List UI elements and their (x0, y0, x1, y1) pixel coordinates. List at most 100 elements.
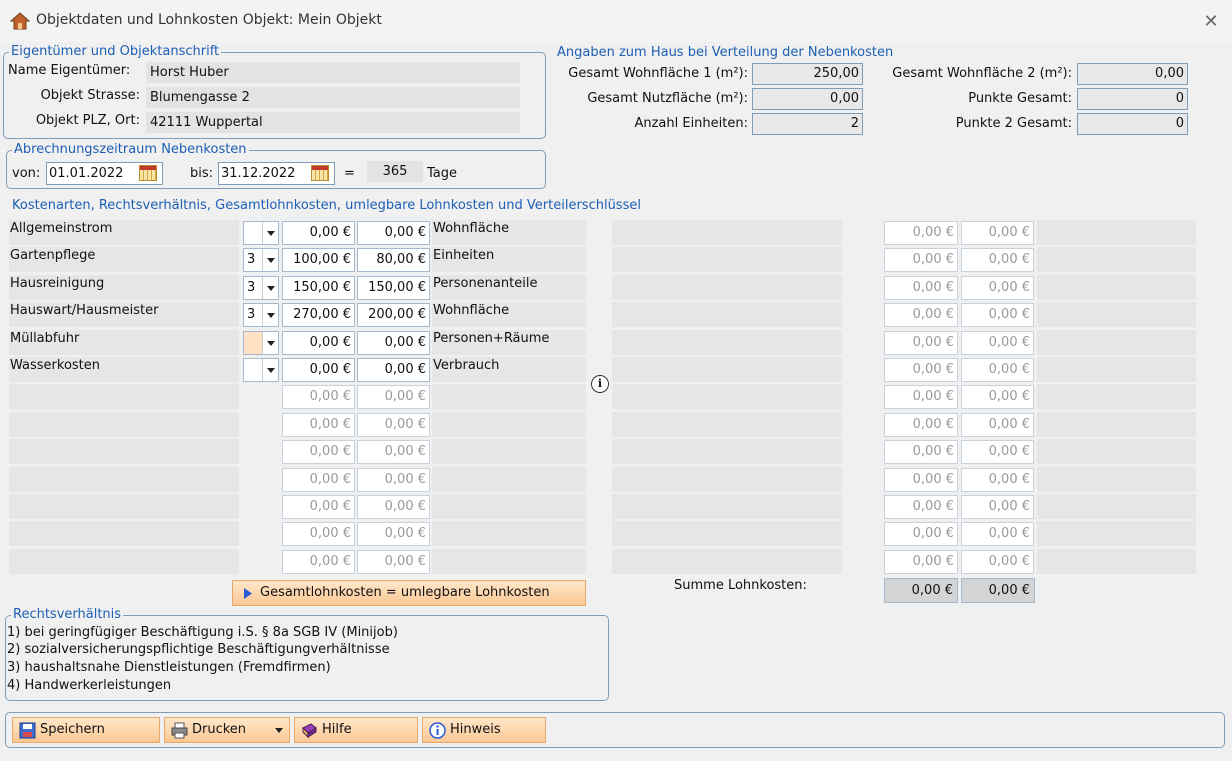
right-total-cost-field[interactable]: 0,00 € (884, 413, 958, 437)
right-total-cost-field[interactable]: 0,00 € (884, 550, 958, 574)
points-field[interactable]: 0 (1077, 88, 1188, 110)
cost-name-cell[interactable]: Allgemeinstrom (9, 220, 239, 245)
allocable-cost-field[interactable]: 80,00 € (357, 248, 430, 272)
distribution-key-cell[interactable]: Wohnfläche (432, 302, 586, 327)
allocable-cost-field[interactable]: 0,00 € (357, 221, 430, 245)
total-cost-field[interactable]: 0,00 € (282, 358, 355, 382)
distribution-key-cell[interactable] (432, 467, 586, 492)
right-name-cell[interactable] (612, 549, 842, 574)
cost-name-cell[interactable] (9, 412, 239, 437)
right-allocable-cost-field[interactable]: 0,00 € (961, 413, 1034, 437)
right-total-cost-field[interactable]: 0,00 € (884, 385, 958, 409)
total-cost-field[interactable]: 150,00 € (282, 276, 355, 300)
right-key-cell[interactable] (1037, 494, 1196, 519)
from-date-field[interactable]: 01.01.2022 (46, 162, 163, 185)
right-name-cell[interactable] (612, 247, 842, 272)
to-date-field[interactable]: 31.12.2022 (218, 162, 335, 185)
wf2-field[interactable]: 0,00 (1077, 63, 1188, 85)
allocable-cost-field[interactable]: 0,00 € (357, 331, 430, 355)
cost-name-cell[interactable] (9, 521, 239, 546)
allocable-cost-field[interactable]: 0,00 € (357, 413, 430, 437)
distribution-key-cell[interactable]: Verbrauch (432, 357, 586, 382)
allocable-cost-field[interactable]: 0,00 € (357, 522, 430, 546)
distribution-key-cell[interactable]: Personenanteile (432, 275, 586, 300)
right-allocable-cost-field[interactable]: 0,00 € (961, 385, 1034, 409)
total-cost-field[interactable]: 0,00 € (282, 440, 355, 464)
right-allocable-cost-field[interactable]: 0,00 € (961, 221, 1034, 245)
right-name-cell[interactable] (612, 330, 842, 355)
legal-type-select[interactable]: 3 (243, 248, 279, 272)
total-cost-field[interactable]: 100,00 € (282, 248, 355, 272)
allocable-cost-field[interactable]: 0,00 € (357, 385, 430, 409)
chevron-down-icon[interactable] (262, 359, 278, 381)
cost-name-cell[interactable]: Hauswart/Hausmeister (9, 302, 239, 327)
wf1-field[interactable]: 250,00 (752, 63, 863, 85)
right-key-cell[interactable] (1037, 439, 1196, 464)
allocable-cost-field[interactable]: 0,00 € (357, 495, 430, 519)
cost-name-cell[interactable]: Wasserkosten (9, 357, 239, 382)
cost-name-cell[interactable]: Gartenpflege (9, 247, 239, 272)
cost-name-cell[interactable] (9, 439, 239, 464)
chevron-down-icon[interactable] (262, 304, 278, 326)
total-cost-field[interactable]: 0,00 € (282, 550, 355, 574)
right-total-cost-field[interactable]: 0,00 € (884, 522, 958, 546)
total-cost-field[interactable]: 0,00 € (282, 221, 355, 245)
total-cost-field[interactable]: 0,00 € (282, 522, 355, 546)
total-cost-field[interactable]: 0,00 € (282, 495, 355, 519)
right-total-cost-field[interactable]: 0,00 € (884, 358, 958, 382)
right-key-cell[interactable] (1037, 521, 1196, 546)
legal-type-select[interactable] (243, 221, 279, 245)
calendar-icon[interactable] (139, 165, 157, 181)
owner-name-field[interactable]: Horst Huber (146, 62, 520, 83)
distribution-key-cell[interactable] (432, 521, 586, 546)
right-name-cell[interactable] (612, 220, 842, 245)
right-key-cell[interactable] (1037, 247, 1196, 272)
allocable-cost-field[interactable]: 150,00 € (357, 276, 430, 300)
right-name-cell[interactable] (612, 412, 842, 437)
owner-city-field[interactable]: 42111 Wuppertal (146, 112, 520, 133)
distribution-key-cell[interactable] (432, 384, 586, 409)
distribution-key-cell[interactable] (432, 494, 586, 519)
right-name-cell[interactable] (612, 302, 842, 327)
right-allocable-cost-field[interactable]: 0,00 € (961, 550, 1034, 574)
copy-costs-button[interactable]: Gesamtlohnkosten = umlegbare Lohnkosten (232, 580, 586, 606)
distribution-key-cell[interactable] (432, 439, 586, 464)
right-key-cell[interactable] (1037, 220, 1196, 245)
right-total-cost-field[interactable]: 0,00 € (884, 221, 958, 245)
help-button[interactable]: Hilfe (294, 717, 418, 743)
distribution-key-cell[interactable] (432, 549, 586, 574)
right-key-cell[interactable] (1037, 302, 1196, 327)
right-allocable-cost-field[interactable]: 0,00 € (961, 303, 1034, 327)
right-key-cell[interactable] (1037, 467, 1196, 492)
right-allocable-cost-field[interactable]: 0,00 € (961, 468, 1034, 492)
right-total-cost-field[interactable]: 0,00 € (884, 276, 958, 300)
cost-name-cell[interactable] (9, 549, 239, 574)
units-field[interactable]: 2 (752, 113, 863, 135)
right-name-cell[interactable] (612, 439, 842, 464)
right-name-cell[interactable] (612, 494, 842, 519)
right-allocable-cost-field[interactable]: 0,00 € (961, 440, 1034, 464)
chevron-down-icon[interactable] (262, 332, 278, 354)
right-key-cell[interactable] (1037, 357, 1196, 382)
allocable-cost-field[interactable]: 0,00 € (357, 550, 430, 574)
right-total-cost-field[interactable]: 0,00 € (884, 303, 958, 327)
right-allocable-cost-field[interactable]: 0,00 € (961, 495, 1034, 519)
legal-type-select[interactable] (243, 358, 279, 382)
right-name-cell[interactable] (612, 357, 842, 382)
right-total-cost-field[interactable]: 0,00 € (884, 468, 958, 492)
allocable-cost-field[interactable]: 0,00 € (357, 468, 430, 492)
right-name-cell[interactable] (612, 467, 842, 492)
print-button[interactable]: Drucken (164, 717, 290, 743)
right-name-cell[interactable] (612, 384, 842, 409)
total-cost-field[interactable]: 0,00 € (282, 468, 355, 492)
chevron-down-icon[interactable] (262, 277, 278, 299)
info-icon[interactable]: i (591, 375, 609, 393)
distribution-key-cell[interactable]: Personen+Räume (432, 330, 586, 355)
right-total-cost-field[interactable]: 0,00 € (884, 440, 958, 464)
distribution-key-cell[interactable]: Wohnfläche (432, 220, 586, 245)
right-allocable-cost-field[interactable]: 0,00 € (961, 358, 1034, 382)
right-key-cell[interactable] (1037, 549, 1196, 574)
right-allocable-cost-field[interactable]: 0,00 € (961, 331, 1034, 355)
points2-field[interactable]: 0 (1077, 113, 1188, 135)
note-button[interactable]: Hinweis (422, 717, 546, 743)
